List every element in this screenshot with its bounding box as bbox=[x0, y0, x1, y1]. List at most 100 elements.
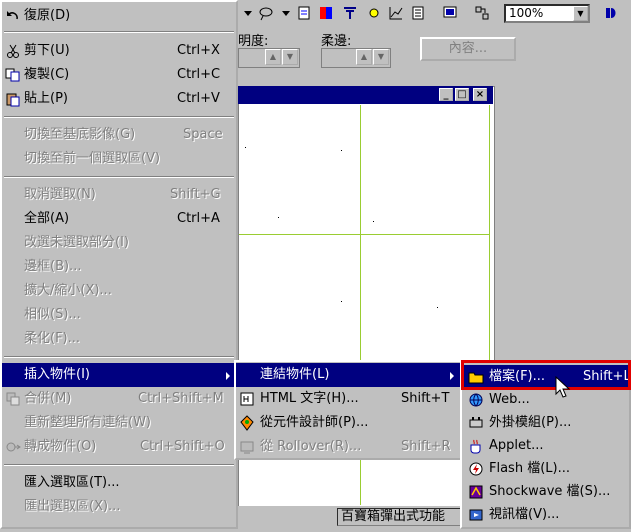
document-icon[interactable] bbox=[296, 5, 312, 21]
menu-item-label: 復原(D) bbox=[24, 8, 71, 23]
menu-item-shortcut: Shift+T bbox=[401, 391, 450, 406]
dot-marker bbox=[341, 301, 342, 302]
menu-item-shortcut: Shift+R bbox=[401, 439, 451, 454]
menu-item-applet[interactable]: Applet... bbox=[462, 434, 629, 458]
globe-icon bbox=[468, 392, 484, 408]
menu-item-plugin[interactable]: 外掛模組(P)... bbox=[462, 411, 629, 435]
menu-item-label: 從元件設計師(P)... bbox=[260, 415, 369, 430]
plugin-icon bbox=[468, 415, 484, 431]
minimize-icon[interactable]: _ bbox=[439, 88, 453, 101]
menu-item-shortcut: Ctrl+C bbox=[177, 67, 221, 82]
menu-item-switch-previous[interactable]: 切換至前一個選取區(V) bbox=[2, 147, 236, 171]
scissors-icon bbox=[5, 43, 21, 59]
menu-item-link-object[interactable]: 連結物件(L) bbox=[236, 363, 460, 387]
menu-item-from-rollover[interactable]: 從 Rollover(R)... Shift+R bbox=[236, 435, 460, 459]
dot-marker bbox=[341, 150, 342, 151]
menu-item-label: 合併(M) bbox=[24, 391, 72, 406]
brightness-field[interactable]: ▲ ▼ bbox=[238, 48, 300, 68]
menu-item-convert-to-object[interactable]: 轉成物件(O) Ctrl+Shift+O bbox=[2, 435, 236, 459]
spin-up-icon[interactable]: ▲ bbox=[265, 49, 281, 65]
menu-item-import-selection[interactable]: 匯入選取區(T)... bbox=[2, 471, 236, 495]
menu-item-deselect[interactable]: 取消選取(N) Shift+G bbox=[2, 183, 236, 207]
menu-item-paste[interactable]: 貼上(P) Ctrl+V bbox=[2, 87, 236, 111]
flash-icon bbox=[468, 461, 484, 477]
menu-item-shortcut: Ctrl+A bbox=[177, 211, 220, 226]
menu-item-label: Applet... bbox=[489, 438, 544, 453]
menu-item-web[interactable]: Web... bbox=[462, 388, 629, 412]
app-logo-icon[interactable] bbox=[604, 5, 620, 21]
feather-label: 柔邊: bbox=[321, 34, 352, 49]
menu-item-undo[interactable]: 復原(D) bbox=[2, 4, 236, 28]
menu-item-label: Shockwave 檔(S)... bbox=[489, 484, 611, 499]
rollover-icon bbox=[239, 439, 255, 455]
menu-item-label: 重新整理所有連結(W) bbox=[24, 415, 151, 430]
maximize-icon[interactable]: □ bbox=[455, 88, 469, 101]
chevron-down-icon[interactable]: ▼ bbox=[573, 6, 588, 21]
dot-marker bbox=[437, 307, 438, 308]
submenu-arrow-icon bbox=[450, 372, 454, 380]
menu-item-copy[interactable]: 複製(C) Ctrl+C bbox=[2, 63, 236, 87]
dropdown-arrow-icon[interactable] bbox=[278, 5, 294, 21]
menu-item-shortcut: Ctrl+Shift+M bbox=[138, 391, 224, 406]
menu-item-label: 複製(C) bbox=[24, 67, 70, 82]
grid-icon[interactable] bbox=[474, 5, 490, 21]
menu-item-label: 相似(S)... bbox=[24, 307, 81, 322]
dot-marker bbox=[245, 147, 246, 148]
light-icon[interactable] bbox=[366, 5, 382, 21]
line-chart-icon[interactable] bbox=[388, 5, 404, 21]
menu-item-insert-object[interactable]: 插入物件(I) bbox=[2, 363, 236, 387]
undo-icon bbox=[5, 8, 21, 24]
menu-item-feather[interactable]: 柔化(F)... bbox=[2, 327, 236, 351]
content-button[interactable]: 內容... bbox=[420, 37, 516, 61]
menu-item-cut[interactable]: 剪下(U) Ctrl+X bbox=[2, 39, 236, 63]
color-palette-icon[interactable] bbox=[318, 5, 334, 21]
menu-item-label: 轉成物件(O) bbox=[24, 439, 97, 454]
document-titlebar[interactable]: _ □ × bbox=[238, 86, 493, 104]
zoom-select[interactable]: 100% ▼ bbox=[504, 4, 590, 23]
list-icon[interactable] bbox=[410, 5, 426, 21]
menu-item-label: Flash 檔(L)... bbox=[489, 461, 570, 476]
menu-item-export-selection[interactable]: 匯出選取區(X)... bbox=[2, 495, 236, 519]
menu-item-similar[interactable]: 相似(S)... bbox=[2, 303, 236, 327]
menu-item-label: 匯出選取區(X)... bbox=[24, 499, 121, 514]
spin-down-icon[interactable]: ▼ bbox=[373, 49, 389, 65]
menu-item-video[interactable]: 視訊檔(V)... bbox=[462, 503, 629, 527]
dot-marker bbox=[373, 221, 374, 222]
video-icon bbox=[468, 507, 484, 523]
menu-item-label: 剪下(U) bbox=[24, 43, 70, 58]
component-icon[interactable] bbox=[342, 5, 358, 21]
menu-item-switch-to-base[interactable]: 切換至基底影像(G) Space bbox=[2, 123, 236, 147]
menu-item-label: 切換至基底影像(G) bbox=[24, 127, 136, 142]
merge-icon bbox=[5, 391, 21, 407]
menu-item-border[interactable]: 邊框(B)... bbox=[2, 255, 236, 279]
menu-item-invert-selection[interactable]: 改選未選取部分(I) bbox=[2, 231, 236, 255]
menu-item-label: 貼上(P) bbox=[24, 91, 68, 106]
menu-item-shockwave[interactable]: Shockwave 檔(S)... bbox=[462, 480, 629, 504]
menu-item-component-designer[interactable]: 從元件設計師(P)... bbox=[236, 411, 460, 435]
dropdown-arrow-icon[interactable] bbox=[240, 5, 256, 21]
menu-separator bbox=[4, 464, 234, 466]
menu-item-label: 切換至前一個選取區(V) bbox=[24, 151, 161, 166]
menu-item-refresh-links[interactable]: 重新整理所有連結(W) bbox=[2, 411, 236, 435]
submenu-arrow-icon bbox=[226, 372, 230, 380]
menu-separator bbox=[4, 356, 234, 358]
display-icon[interactable] bbox=[442, 5, 458, 21]
menu-item-expand-shrink[interactable]: 擴大/縮小(X)... bbox=[2, 279, 236, 303]
menu-separator bbox=[4, 176, 234, 178]
mouse-cursor-icon bbox=[555, 375, 571, 400]
menu-item-select-all[interactable]: 全部(A) Ctrl+A bbox=[2, 207, 236, 231]
guide-line-vertical bbox=[489, 105, 490, 365]
spin-up-icon[interactable]: ▲ bbox=[356, 49, 372, 65]
spin-down-icon[interactable]: ▼ bbox=[282, 49, 298, 65]
zoom-value: 100% bbox=[509, 6, 544, 20]
menu-item-label: 全部(A) bbox=[24, 211, 70, 226]
menu-item-html-text[interactable]: HTML 文字(H)... Shift+T bbox=[236, 387, 460, 411]
lasso-icon[interactable] bbox=[258, 5, 274, 21]
feather-field[interactable]: ▲ ▼ bbox=[321, 48, 391, 68]
menu-item-flash[interactable]: Flash 檔(L)... bbox=[462, 457, 629, 481]
insert-object-submenu: 連結物件(L) HTML 文字(H)... Shift+T 從元件設計師(P).… bbox=[234, 360, 462, 460]
menu-item-merge[interactable]: 合併(M) Ctrl+Shift+M bbox=[2, 387, 236, 411]
menu-item-label: 柔化(F)... bbox=[24, 331, 81, 346]
java-cup-icon bbox=[468, 438, 484, 454]
close-icon[interactable]: × bbox=[473, 88, 487, 101]
